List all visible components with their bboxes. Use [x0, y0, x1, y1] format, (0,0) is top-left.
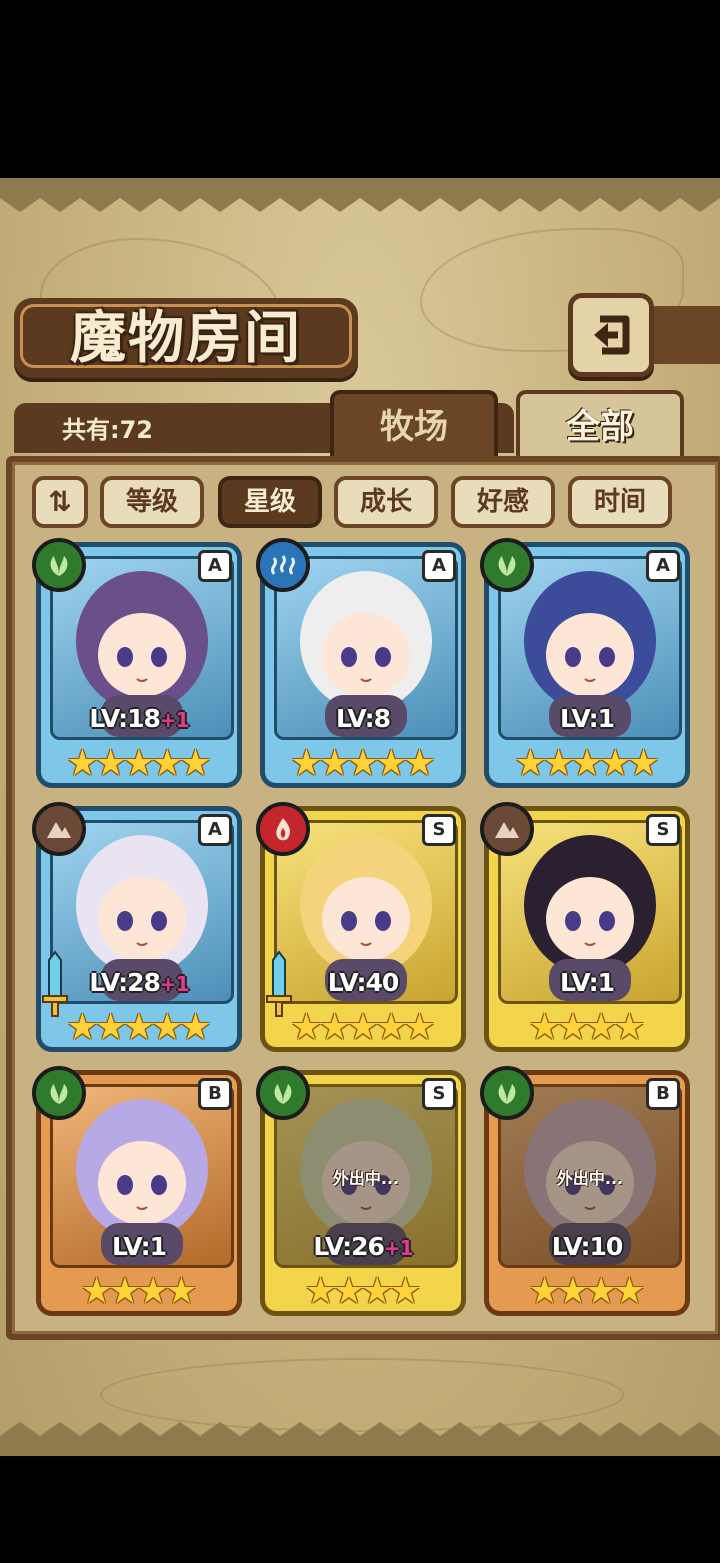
rank-badge: S	[646, 814, 680, 846]
earth-element-icon	[480, 802, 534, 856]
monster-card[interactable]: A LV:28+1 ★★★★★	[32, 802, 242, 1052]
sort-growth-button[interactable]: 成长	[334, 476, 438, 528]
rank-badge: S	[422, 814, 456, 846]
star-rating: ★★★★★	[36, 1010, 242, 1046]
water-element-icon	[256, 538, 310, 592]
star-icon: ★	[165, 1271, 198, 1312]
level-value: LV:40	[327, 968, 400, 997]
monster-card[interactable]: B LV:1 ★★★★	[32, 1066, 242, 1316]
rank-badge: A	[422, 550, 456, 582]
star-rating: ★★★★	[484, 1010, 690, 1046]
nature-element-icon	[32, 538, 86, 592]
tab-ranch[interactable]: 牧场	[330, 390, 498, 460]
level-value: LV:1	[559, 968, 615, 997]
nature-element-icon	[256, 1066, 310, 1120]
status-bar-area	[0, 0, 720, 178]
sort-affection-button[interactable]: 好感	[451, 476, 555, 528]
level-value: LV:1	[111, 1232, 167, 1261]
star-icon: ★	[627, 743, 660, 784]
tab-all[interactable]: 全部	[516, 390, 684, 460]
monster-level: LV:40	[260, 968, 466, 997]
monster-card[interactable]: 外出中... S LV:26+1 ★★★★	[256, 1066, 466, 1316]
rank-badge: A	[198, 814, 232, 846]
rank-badge: B	[198, 1078, 232, 1110]
zigzag-top-edge	[0, 178, 720, 212]
back-button[interactable]	[568, 293, 654, 377]
monster-room-panel: 魔物房间 共有:72 牧场 全部 ⇅ 等级 星级 成长 好感 时间 A LV:18…	[0, 178, 720, 1456]
rank-badge: S	[422, 1078, 456, 1110]
navigation-bar-area	[0, 1456, 720, 1563]
monster-count: 共有:72	[62, 416, 153, 444]
star-rating: ★★★★	[36, 1274, 242, 1310]
level-bonus: +1	[383, 1236, 414, 1260]
monster-card[interactable]: 外出中... B LV:10 ★★★★	[480, 1066, 690, 1316]
monster-level: LV:28+1	[36, 968, 242, 997]
star-rating: ★★★★★	[260, 1010, 466, 1046]
level-value: LV:18	[89, 704, 161, 733]
star-icon: ★	[403, 1007, 436, 1048]
level-value: LV:26	[313, 1232, 385, 1261]
zigzag-bottom-edge	[0, 1422, 720, 1456]
fire-element-icon	[256, 802, 310, 856]
level-value: LV:8	[335, 704, 391, 733]
star-rating: ★★★★	[260, 1274, 466, 1310]
away-status: 外出中...	[332, 1169, 400, 1188]
rank-badge: A	[646, 550, 680, 582]
monster-level: LV:18+1	[36, 704, 242, 733]
rank-badge: A	[198, 550, 232, 582]
star-rating: ★★★★★	[260, 746, 466, 782]
monster-level: LV:1	[36, 1232, 242, 1261]
sort-order-button[interactable]: ⇅	[32, 476, 88, 528]
nature-element-icon	[480, 538, 534, 592]
monster-level: LV:10	[484, 1232, 690, 1261]
rank-badge: B	[646, 1078, 680, 1110]
earth-element-icon	[32, 802, 86, 856]
monster-card[interactable]: S LV:40 ★★★★★	[256, 802, 466, 1052]
level-value: LV:1	[559, 704, 615, 733]
monster-card[interactable]: A LV:8 ★★★★★	[256, 538, 466, 788]
star-icon: ★	[389, 1271, 422, 1312]
level-bonus: +1	[159, 708, 190, 732]
monster-card[interactable]: A LV:18+1 ★★★★★	[32, 538, 242, 788]
star-icon: ★	[403, 743, 436, 784]
page-title: 魔物房间	[70, 305, 302, 371]
level-value: LV:10	[551, 1232, 624, 1261]
level-value: LV:28	[89, 968, 161, 997]
monster-level: LV:1	[484, 704, 690, 733]
back-strip	[648, 306, 720, 364]
star-icon: ★	[613, 1007, 646, 1048]
monster-card[interactable]: S LV:1 ★★★★	[480, 802, 690, 1052]
monster-level: LV:8	[260, 704, 466, 733]
sort-time-button[interactable]: 时间	[568, 476, 672, 528]
nature-element-icon	[480, 1066, 534, 1120]
title-board: 魔物房间	[14, 298, 358, 378]
monster-card[interactable]: A LV:1 ★★★★★	[480, 538, 690, 788]
star-rating: ★★★★	[484, 1274, 690, 1310]
star-icon: ★	[179, 1007, 212, 1048]
nature-element-icon	[32, 1066, 86, 1120]
sort-star-button[interactable]: 星级	[218, 476, 322, 528]
level-bonus: +1	[159, 972, 190, 996]
star-rating: ★★★★★	[36, 746, 242, 782]
away-status: 外出中...	[556, 1169, 624, 1188]
sort-level-button[interactable]: 等级	[100, 476, 204, 528]
monster-level: LV:1	[484, 968, 690, 997]
star-icon: ★	[179, 743, 212, 784]
monster-level: LV:26+1	[260, 1232, 466, 1261]
star-icon: ★	[613, 1271, 646, 1312]
star-rating: ★★★★★	[484, 746, 690, 782]
return-arrow-icon	[594, 315, 630, 355]
sort-order-icon: ⇅	[48, 485, 72, 518]
